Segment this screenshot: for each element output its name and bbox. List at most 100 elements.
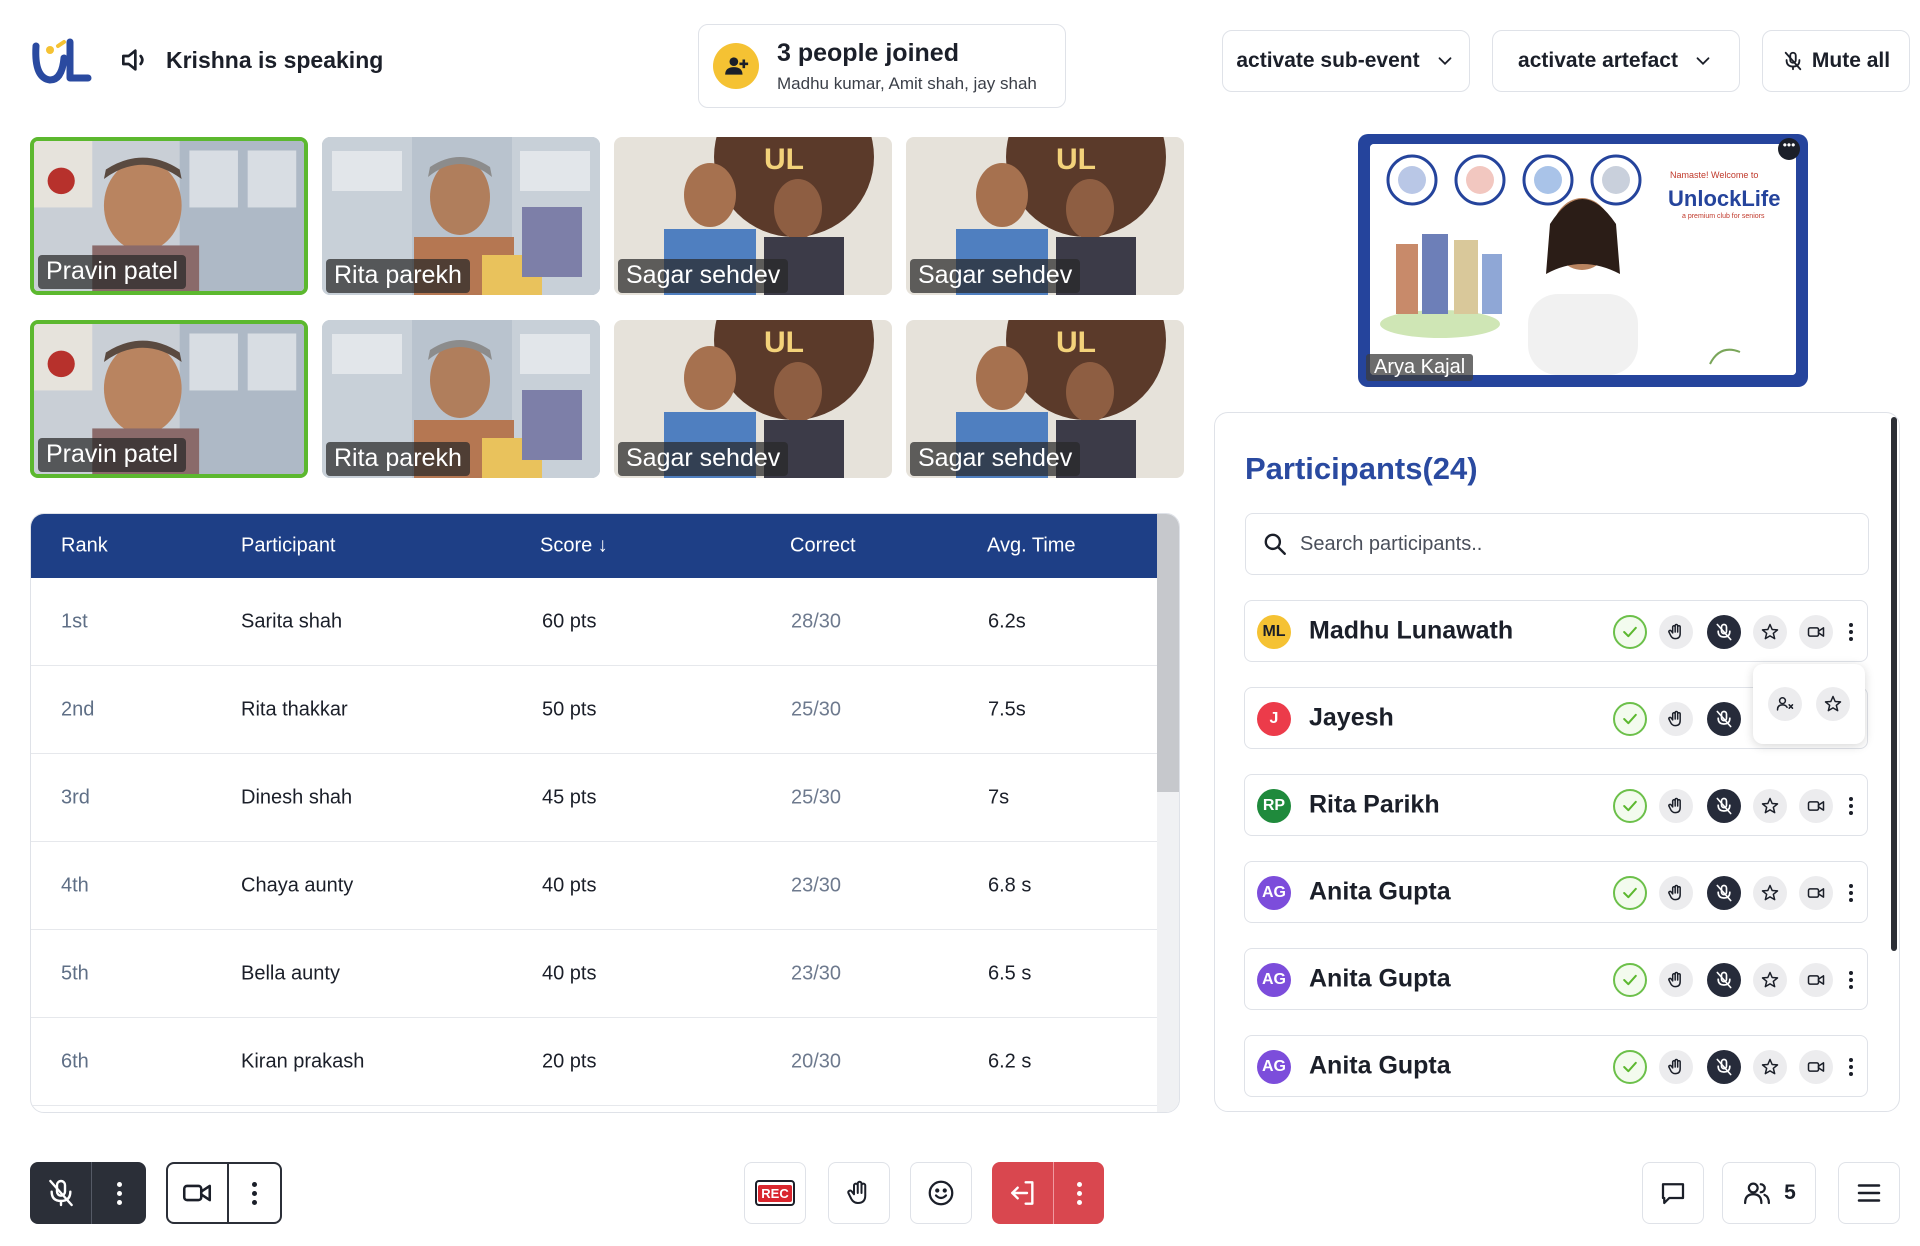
video-tile[interactable]: UL Sagar sehdev bbox=[906, 320, 1184, 478]
video-icon[interactable] bbox=[1799, 1050, 1833, 1084]
check-icon[interactable] bbox=[1613, 702, 1647, 736]
more-options-icon[interactable] bbox=[1843, 965, 1859, 995]
column-header-correct[interactable]: Correct bbox=[790, 535, 856, 558]
participant-name: Anita Gupta bbox=[1309, 964, 1451, 993]
more-options-icon[interactable] bbox=[1843, 617, 1859, 647]
more-options-icon[interactable] bbox=[1843, 1052, 1859, 1082]
speaker-icon bbox=[122, 49, 144, 71]
video-tile[interactable]: UL Sagar sehdev bbox=[906, 137, 1184, 295]
chat-button[interactable] bbox=[1642, 1162, 1704, 1224]
emoji-icon bbox=[928, 1180, 954, 1206]
video-icon[interactable] bbox=[1799, 615, 1833, 649]
star-icon[interactable] bbox=[1753, 789, 1787, 823]
score-cell: 40 pts bbox=[542, 962, 597, 984]
participants-button[interactable]: 5 bbox=[1722, 1162, 1816, 1224]
video-tile[interactable]: UL Sagar sehdev bbox=[614, 320, 892, 478]
column-header-avg-time[interactable]: Avg. Time bbox=[987, 535, 1076, 558]
participant-cell: Rita thakkar bbox=[241, 698, 348, 720]
star-icon[interactable] bbox=[1753, 1050, 1787, 1084]
search-input[interactable] bbox=[1300, 532, 1840, 556]
rank-cell: 3rd bbox=[61, 786, 90, 808]
correct-cell: 23/30 bbox=[791, 874, 842, 896]
hand-icon[interactable] bbox=[1659, 702, 1693, 736]
video-tile[interactable]: Rita parekh bbox=[322, 137, 600, 295]
participant-row[interactable]: AG Anita Gupta bbox=[1244, 948, 1868, 1010]
rank-cell: 1st bbox=[61, 610, 88, 632]
video-options-button[interactable] bbox=[229, 1164, 280, 1222]
video-icon bbox=[183, 1184, 212, 1202]
hand-icon[interactable] bbox=[1659, 1050, 1693, 1084]
mic-off-icon[interactable] bbox=[1707, 615, 1741, 649]
tile-name: Sagar sehdev bbox=[618, 442, 789, 476]
hand-icon[interactable] bbox=[1659, 963, 1693, 997]
video-toggle-button[interactable] bbox=[168, 1164, 229, 1222]
video-tile[interactable]: UL Sagar sehdev bbox=[614, 137, 892, 295]
more-options-icon[interactable] bbox=[1843, 878, 1859, 908]
joined-title: 3 people joined bbox=[777, 38, 959, 67]
table-header: Rank Participant Score ↓ Correct Avg. Ti… bbox=[31, 514, 1157, 578]
more-options-icon bbox=[116, 1181, 122, 1205]
raise-hand-button[interactable] bbox=[828, 1162, 890, 1224]
participant-row[interactable]: AG Anita Gupta bbox=[1244, 1035, 1868, 1097]
more-options-icon[interactable] bbox=[1843, 791, 1859, 821]
presenter-slide: Namaste! Welcome to UnlockLife a premium… bbox=[1370, 144, 1796, 375]
mic-off-icon[interactable] bbox=[1707, 876, 1741, 910]
remove-person-icon[interactable] bbox=[1767, 687, 1802, 721]
more-options-icon bbox=[1076, 1181, 1082, 1205]
hand-icon[interactable] bbox=[1659, 876, 1693, 910]
leave-button[interactable] bbox=[992, 1162, 1054, 1224]
participant-row[interactable]: RP Rita Parikh bbox=[1244, 774, 1868, 836]
check-icon[interactable] bbox=[1613, 615, 1647, 649]
check-icon[interactable] bbox=[1613, 1050, 1647, 1084]
star-icon[interactable] bbox=[1753, 876, 1787, 910]
leave-options-button[interactable] bbox=[1054, 1162, 1104, 1224]
participant-row[interactable]: AG Anita Gupta bbox=[1244, 861, 1868, 923]
video-tile[interactable]: Rita parekh bbox=[322, 320, 600, 478]
joined-names: Madhu kumar, Amit shah, jay shah bbox=[777, 73, 1037, 93]
avg-time-cell: 6.5 s bbox=[988, 962, 1032, 984]
star-icon[interactable] bbox=[1816, 687, 1851, 721]
star-icon[interactable] bbox=[1753, 615, 1787, 649]
mic-off-icon[interactable] bbox=[1707, 1050, 1741, 1084]
video-icon[interactable] bbox=[1799, 876, 1833, 910]
chevron-down-icon bbox=[1438, 57, 1452, 66]
presenter-video[interactable]: Namaste! Welcome to UnlockLife a premium… bbox=[1358, 134, 1808, 387]
reactions-button[interactable] bbox=[910, 1162, 972, 1224]
mic-off-icon[interactable] bbox=[1707, 702, 1741, 736]
participants-scrollbar[interactable] bbox=[1891, 417, 1897, 951]
check-icon[interactable] bbox=[1613, 876, 1647, 910]
presenter-more-icon[interactable]: ••• bbox=[1778, 138, 1800, 160]
column-header-participant[interactable]: Participant bbox=[241, 535, 336, 558]
column-header-rank[interactable]: Rank bbox=[61, 535, 108, 558]
mic-off-icon[interactable] bbox=[1707, 963, 1741, 997]
activate-artefact-dropdown[interactable]: activate artefact bbox=[1492, 30, 1740, 92]
table-row: 3rd Dinesh shah 45 pts 25/30 7s bbox=[31, 754, 1157, 842]
table-scrollbar-thumb[interactable] bbox=[1157, 514, 1179, 792]
video-icon[interactable] bbox=[1799, 789, 1833, 823]
tile-name: Rita parekh bbox=[326, 442, 470, 476]
avg-time-cell: 6.8 s bbox=[988, 874, 1032, 896]
activate-sub-event-dropdown[interactable]: activate sub-event bbox=[1222, 30, 1470, 92]
check-icon[interactable] bbox=[1613, 789, 1647, 823]
participant-row[interactable]: ML Madhu Lunawath bbox=[1244, 600, 1868, 662]
mic-toggle-button[interactable] bbox=[30, 1162, 92, 1224]
video-tile[interactable]: Pravin patel bbox=[30, 137, 308, 295]
table-row: 1st Sarita shah 60 pts 28/30 6.2s bbox=[31, 578, 1157, 666]
svg-text:UL: UL bbox=[1056, 143, 1096, 176]
add-person-icon bbox=[713, 43, 759, 89]
check-icon[interactable] bbox=[1613, 963, 1647, 997]
hand-icon[interactable] bbox=[1659, 615, 1693, 649]
slide-illustration: Namaste! Welcome to UnlockLife a premium… bbox=[1370, 144, 1796, 375]
column-header-score[interactable]: Score ↓ bbox=[540, 535, 608, 558]
video-tile[interactable]: Pravin patel bbox=[30, 320, 308, 478]
participant-cell: Kiran prakash bbox=[241, 1050, 365, 1072]
mic-off-icon[interactable] bbox=[1707, 789, 1741, 823]
record-button[interactable]: REC bbox=[744, 1162, 806, 1224]
mic-options-button[interactable] bbox=[92, 1162, 146, 1224]
star-icon[interactable] bbox=[1753, 963, 1787, 997]
hand-icon[interactable] bbox=[1659, 789, 1693, 823]
menu-button[interactable] bbox=[1838, 1162, 1900, 1224]
mute-all-button[interactable]: Mute all bbox=[1762, 30, 1910, 92]
video-icon[interactable] bbox=[1799, 963, 1833, 997]
table-row: 2nd Rita thakkar 50 pts 25/30 7.5s bbox=[31, 666, 1157, 754]
